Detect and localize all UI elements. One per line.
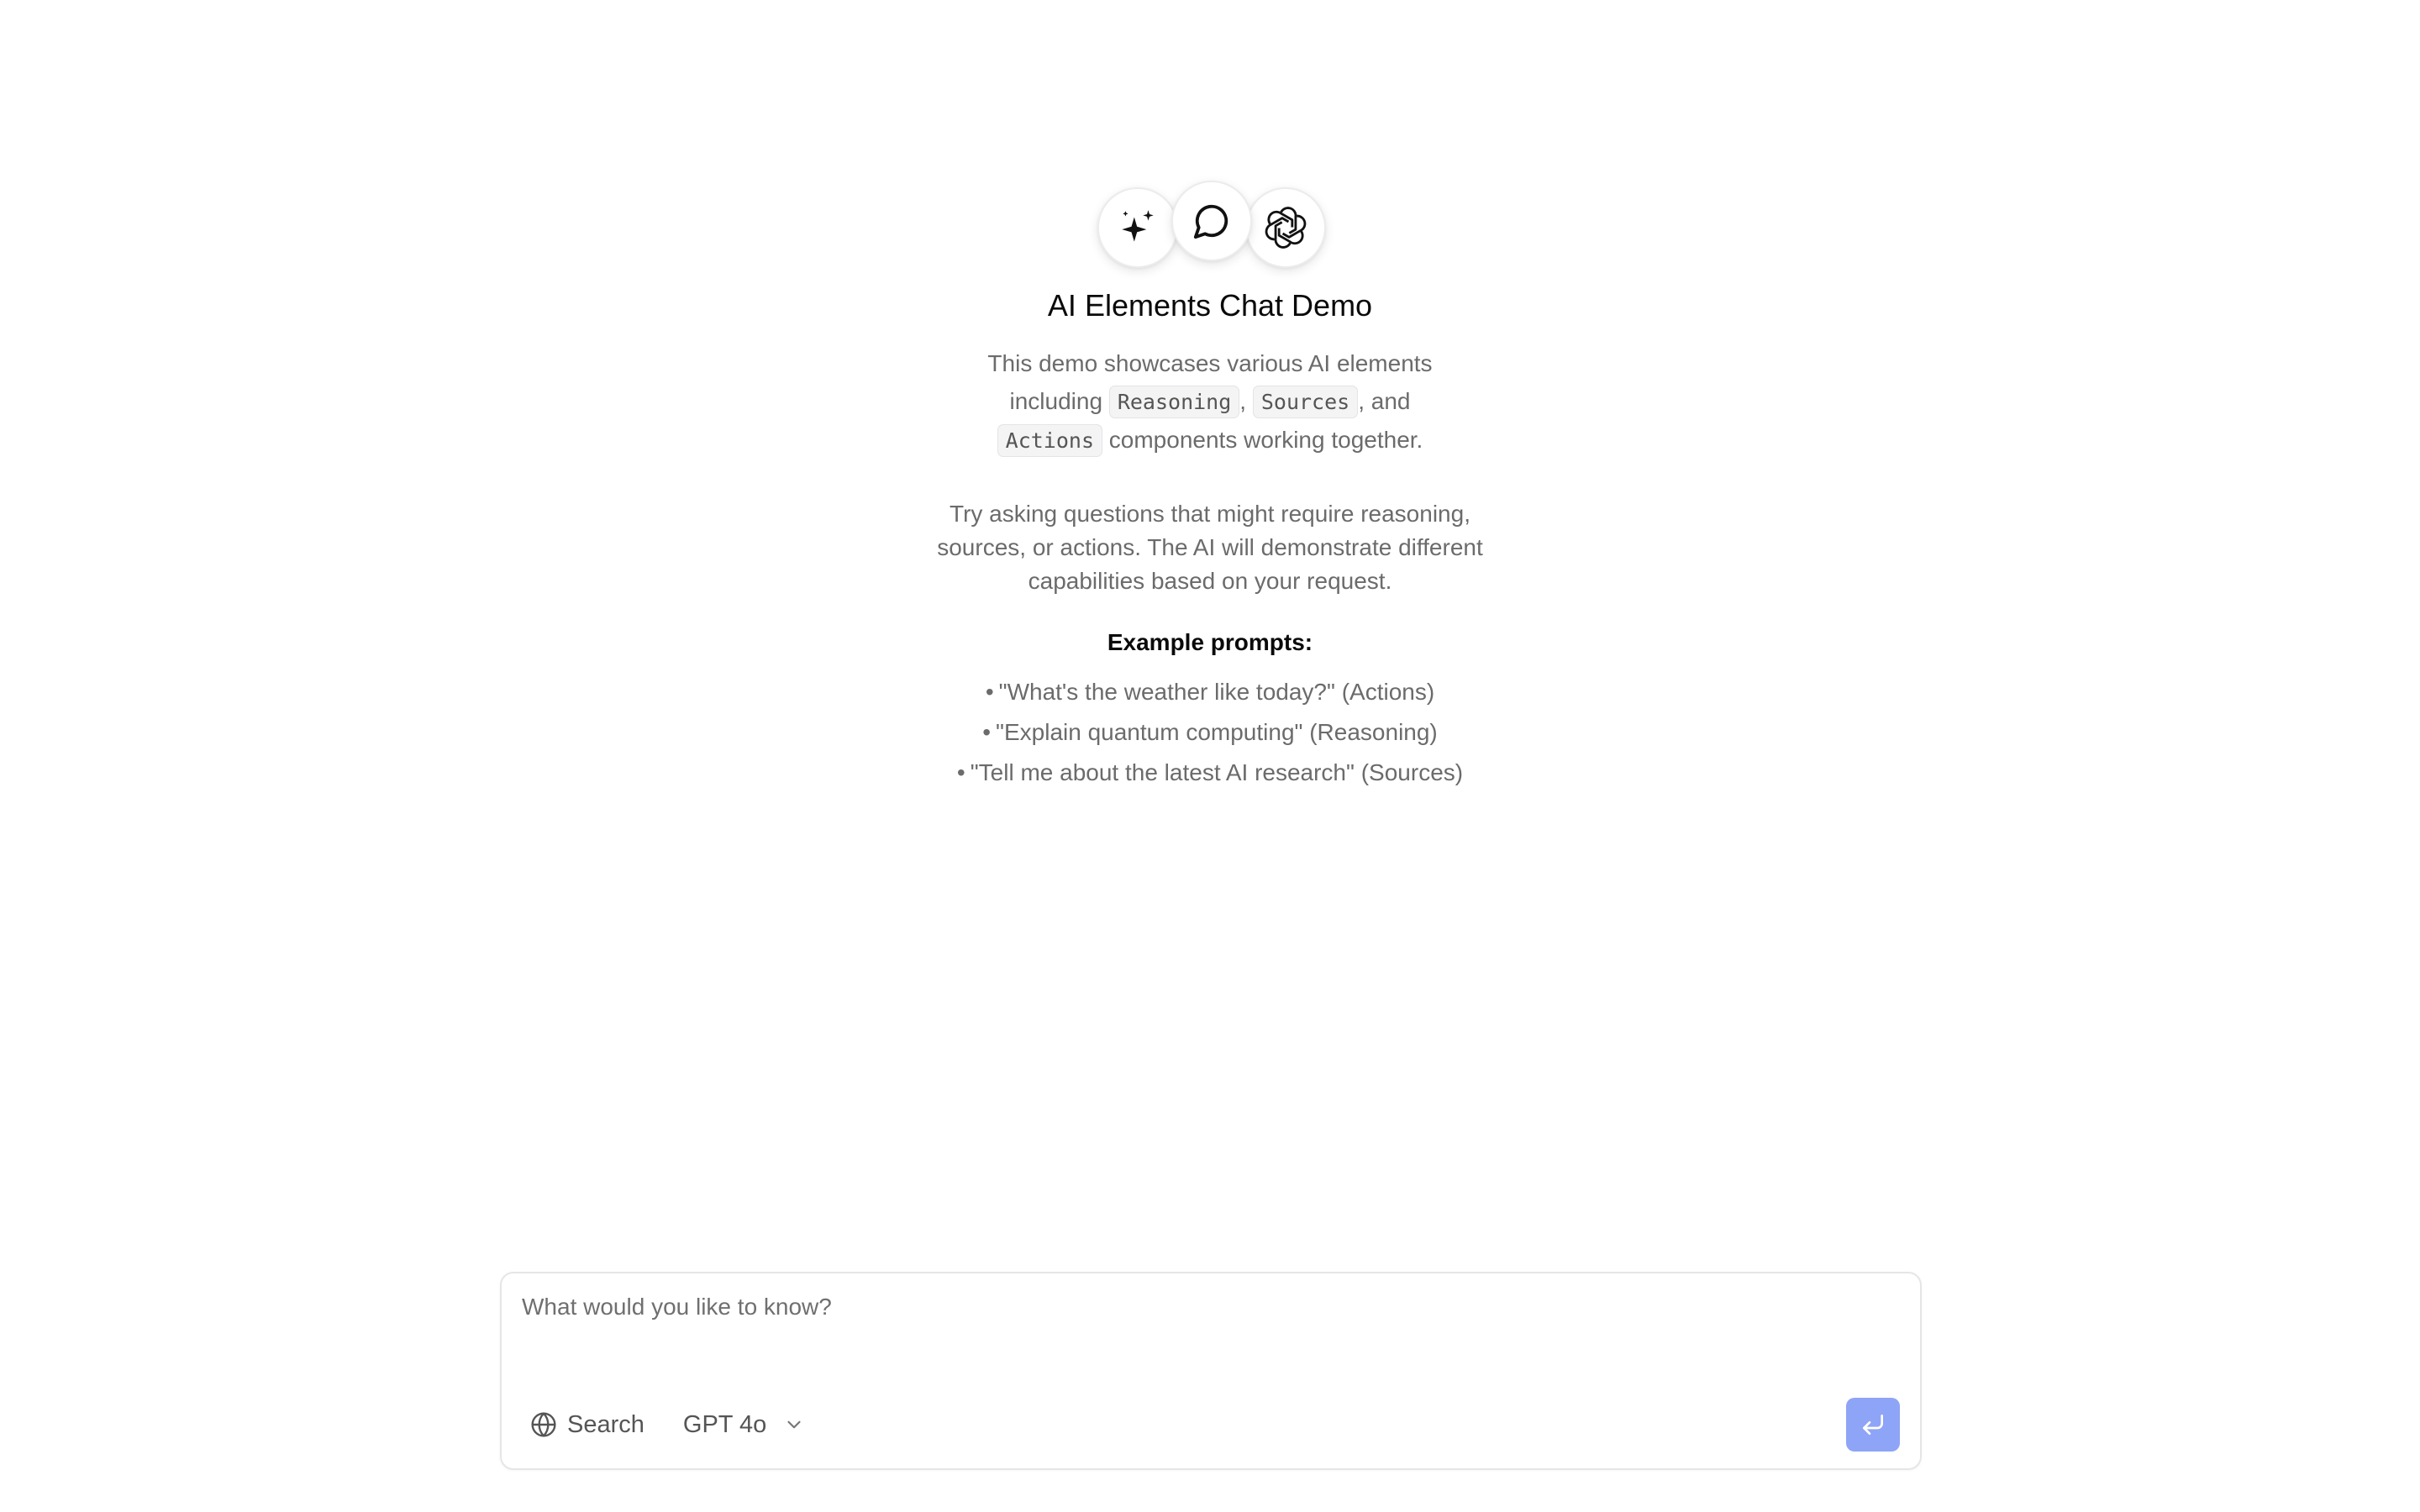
model-select[interactable]: GPT 4o <box>668 1401 820 1448</box>
sources-code-tag: Sources <box>1252 386 1359 418</box>
intro-including: including <box>1009 388 1103 414</box>
list-item: • "What's the weather like today?" (Actio… <box>0 672 2420 712</box>
intro-text: This demo showcases various AI elements … <box>958 344 1462 459</box>
intro-line: This demo showcases various AI elements <box>987 350 1433 376</box>
actions-code-tag: Actions <box>997 424 1102 457</box>
examples-heading: Example prompts: <box>1107 629 1313 655</box>
sparkles-icon <box>1122 210 1154 242</box>
openai-logo-icon <box>1265 207 1307 249</box>
page-title: AI Elements Chat Demo <box>1047 288 1373 323</box>
example-prompt-text: "What's the weather like today?" (Action… <box>998 679 1435 705</box>
prompt-textarea[interactable] <box>522 1290 1883 1366</box>
corner-down-left-icon <box>1863 1415 1883 1435</box>
chat-avatar <box>1171 181 1252 261</box>
avatar-group <box>1097 181 1326 269</box>
prompt-toolbar: Search GPT 4o <box>515 1398 1900 1452</box>
sparkles-avatar <box>1097 187 1178 268</box>
example-prompt-text: "Tell me about the latest AI research" (… <box>970 759 1464 785</box>
search-button[interactable]: Search <box>515 1401 660 1448</box>
intro-and: , and <box>1358 388 1411 414</box>
globe-icon <box>531 1412 556 1437</box>
list-item: • "Tell me about the latest AI research" … <box>0 753 2420 793</box>
prompt-input: Search GPT 4o <box>500 1272 1922 1470</box>
search-button-label: Search <box>567 1410 644 1438</box>
submit-button[interactable] <box>1846 1398 1900 1452</box>
example-prompt-text: "Explain quantum computing" (Reasoning) <box>996 719 1438 745</box>
reasoning-code-tag: Reasoning <box>1108 386 1240 418</box>
message-circle-icon <box>1193 204 1228 239</box>
model-select-value: GPT 4o <box>682 1410 767 1438</box>
bullet: • <box>985 679 994 705</box>
example-prompts-list: • "What's the weather like today?" (Actio… <box>0 672 2420 793</box>
list-item: • "Explain quantum computing" (Reasoning) <box>0 712 2420 753</box>
chat-page: AI Elements Chat Demo This demo showcase… <box>0 0 2420 1512</box>
bullet: • <box>956 759 965 785</box>
openai-avatar <box>1245 187 1326 268</box>
chevron-down-icon <box>787 1420 801 1429</box>
intro-tail: components working together. <box>1108 427 1423 453</box>
instructions-text: Try asking questions that might require … <box>937 501 1483 594</box>
intro-comma: , <box>1239 388 1247 414</box>
bullet: • <box>982 719 992 745</box>
